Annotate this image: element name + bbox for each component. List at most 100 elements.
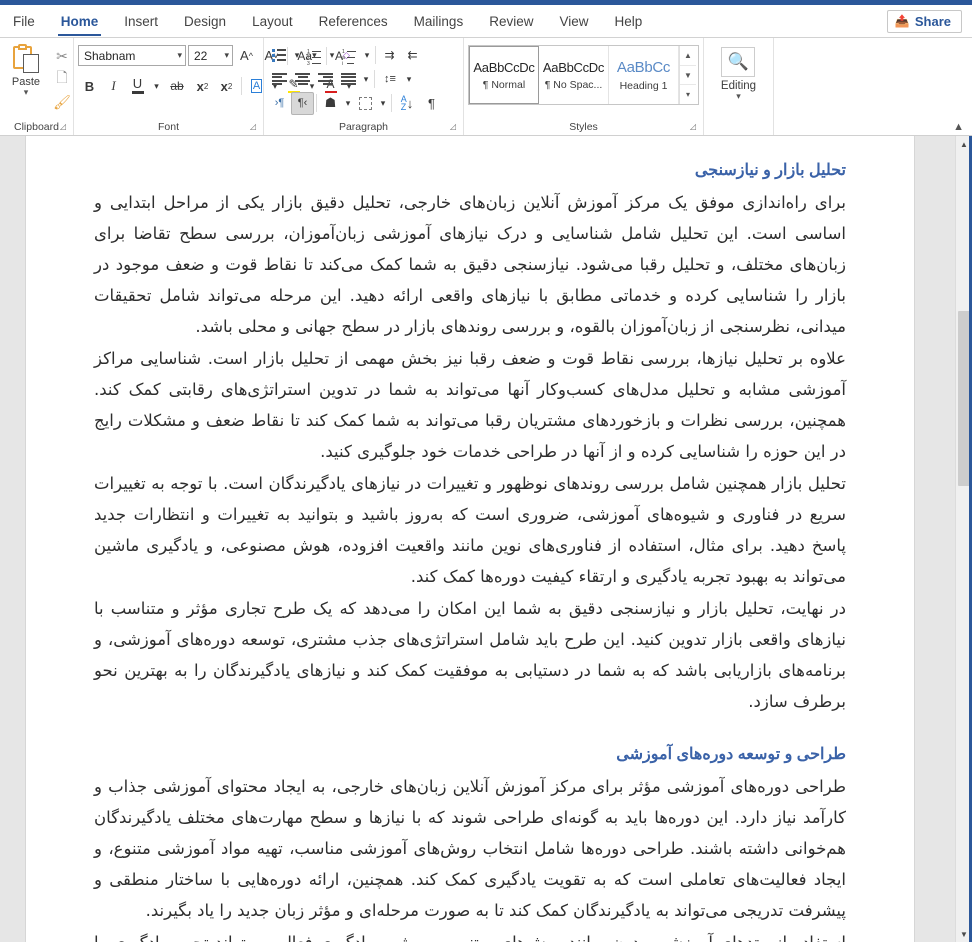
copy-icon[interactable]: 🗋 (48, 68, 76, 90)
paragraph-dialog-launcher-icon[interactable]: ◿ (450, 119, 456, 134)
style-heading1-preview: AaBbCc (616, 58, 671, 76)
multilevel-list-button[interactable]: 1 a i (338, 44, 361, 67)
editing-caret-icon[interactable]: ▾ (736, 92, 741, 101)
tab-insert[interactable]: Insert (111, 5, 171, 37)
tab-design[interactable]: Design (171, 5, 239, 37)
document-area: مانند ویدیوها و پادکست‌ها می‌تواند به تن… (0, 136, 972, 942)
bullets-button[interactable] (268, 44, 291, 67)
tab-mailings[interactable]: Mailings (401, 5, 477, 37)
font-size-combo[interactable]: 22 ▾ (188, 45, 233, 66)
multilevel-caret-icon[interactable]: ▾ (361, 44, 373, 67)
styles-scroll-down-icon[interactable]: ▼ (680, 66, 696, 86)
superscript-button[interactable]: x2 (215, 75, 238, 98)
numbering-caret-icon[interactable]: ▾ (326, 44, 338, 67)
ribbon-group-paragraph: ▾ 1 2 3 ▾ 1 a i ▾ ⇉ ⇇ ▾ ↕≡ ▾ ›¶ ¶‹ ☗ ▾ ▾… (264, 38, 464, 135)
cut-icon[interactable]: ✂ (48, 45, 76, 67)
bullets-caret-icon[interactable]: ▾ (291, 44, 303, 67)
borders-caret-icon[interactable]: ▾ (377, 92, 389, 115)
tab-view[interactable]: View (546, 5, 601, 37)
ribbon-group-font: Shabnam ▾ 22 ▾ A ^ A ˅ Aa ▾ A ◇ B I U ▾ ab (74, 38, 351, 135)
clipboard-group-label: Clipboard ◿ (4, 120, 69, 135)
tab-file[interactable]: File (0, 5, 48, 37)
paragraph: استفاده از متدهای آموزشی مدرن، مانند روش… (94, 927, 846, 942)
editing-button[interactable]: 🔍 Editing ▾ (721, 43, 756, 101)
align-left-icon (272, 73, 287, 85)
style-item-heading-1[interactable]: AaBbCc Heading 1 (609, 46, 679, 104)
document-page[interactable]: مانند ویدیوها و پادکست‌ها می‌تواند به تن… (25, 136, 915, 942)
increase-indent-button[interactable]: ⇇ (401, 44, 424, 67)
show-formatting-marks-button[interactable]: ¶ (420, 92, 443, 115)
decrease-indent-button[interactable]: ⇉ (378, 44, 401, 67)
tab-layout[interactable]: Layout (239, 5, 306, 37)
paragraph-label-text: Paragraph (338, 121, 389, 133)
magnifier-icon: 🔍 (721, 47, 756, 77)
paste-dropdown-caret-icon[interactable]: ▾ (24, 88, 29, 97)
ribbon: Paste ▾ ✂ 🗋 🖌 Clipboard ◿ Shabnam ▾ 22 ▾… (0, 38, 972, 136)
line-spacing-caret-icon[interactable]: ▾ (403, 68, 415, 91)
italic-label: I (111, 78, 116, 93)
justify-caret-icon[interactable]: ▾ (360, 68, 372, 91)
ribbon-group-editing: 🔍 Editing ▾ (704, 38, 774, 135)
ltr-text-direction-button[interactable]: ›¶ (268, 92, 291, 115)
tab-home[interactable]: Home (48, 5, 112, 37)
font-label-text: Font (157, 121, 179, 133)
ribbon-tab-bar: File Home Insert Design Layout Reference… (0, 5, 972, 38)
shading-button[interactable]: ☗ (319, 92, 342, 115)
clipboard-dialog-launcher-icon[interactable]: ◿ (60, 119, 66, 134)
tab-review-label: Review (489, 13, 534, 29)
share-label: Share (914, 13, 951, 29)
subscript-button[interactable]: x2 (191, 75, 214, 98)
font-size-value: 22 (194, 48, 208, 63)
align-center-button[interactable] (291, 68, 314, 91)
numbering-button[interactable]: 1 2 3 (303, 44, 326, 67)
tab-file-label: File (13, 13, 35, 29)
borders-button[interactable] (354, 92, 377, 115)
align-center-icon (295, 73, 310, 85)
align-right-icon (318, 73, 333, 85)
styles-dialog-launcher-icon[interactable]: ◿ (690, 119, 696, 134)
styles-more-icon[interactable]: ▾ (680, 85, 696, 104)
increase-indent-icon: ⇇ (407, 48, 418, 62)
font-name-combo[interactable]: Shabnam ▾ (78, 45, 186, 66)
paste-button[interactable]: Paste ▾ (4, 43, 48, 113)
superscript-label: x (220, 78, 228, 94)
paragraph: طراحی دوره‌های آموزشی مؤثر برای مرکز آمو… (94, 777, 846, 920)
strikethrough-button[interactable]: ab (164, 75, 190, 98)
clipboard-label-text: Clipboard (14, 121, 59, 133)
share-button[interactable]: 📤 Share (886, 9, 962, 33)
underline-label: U (132, 76, 143, 92)
paragraph: در نهایت، تحلیل بازار و نیازسنجی دقیق به… (94, 599, 846, 711)
sort-button[interactable]: A Z ↓ (394, 92, 420, 115)
styles-group-label: Styles ◿ (468, 120, 699, 135)
italic-button[interactable]: I (102, 75, 125, 98)
shading-caret-icon[interactable]: ▾ (342, 92, 354, 115)
tab-help[interactable]: Help (602, 5, 656, 37)
style-nospacing-preview: AaBbCcDc (542, 59, 605, 75)
text-effects-label: A (250, 79, 263, 93)
right-to-left-icon: ¶‹ (297, 97, 308, 109)
tab-references[interactable]: References (306, 5, 401, 37)
align-right-button[interactable] (314, 68, 337, 91)
section-heading-1: تحلیل بازار و نیازسنجی (694, 162, 846, 179)
format-painter-icon[interactable]: 🖌 (48, 91, 76, 113)
underline-caret-icon[interactable]: ▾ (150, 75, 163, 98)
collapse-ribbon-button[interactable]: ▲ (953, 121, 964, 133)
bold-button[interactable]: B (78, 75, 101, 98)
line-spacing-button[interactable]: ↕≡ (377, 68, 403, 91)
tab-help-label: Help (614, 13, 643, 29)
tab-review[interactable]: Review (476, 5, 546, 37)
superscript-sup: 2 (227, 81, 233, 91)
bold-label: B (84, 78, 95, 94)
rtl-text-direction-button[interactable]: ¶‹ (291, 91, 314, 115)
paste-icon (11, 44, 41, 75)
style-item-no-spacing[interactable]: AaBbCcDc ¶ No Spac... (539, 46, 609, 104)
underline-button[interactable]: U (126, 75, 149, 98)
paragraph: تحلیل بازار همچنین شامل بررسی روندهای نو… (94, 474, 846, 586)
strikethrough-label: ab (170, 79, 184, 93)
grow-font-button[interactable]: A ^ (235, 44, 258, 67)
font-dialog-launcher-icon[interactable]: ◿ (250, 119, 256, 134)
align-left-button[interactable] (268, 68, 291, 91)
styles-scroll-up-icon[interactable]: ▲ (680, 46, 696, 66)
justify-button[interactable] (337, 68, 360, 91)
style-item-normal[interactable]: AaBbCcDc ¶ Normal (469, 46, 539, 104)
